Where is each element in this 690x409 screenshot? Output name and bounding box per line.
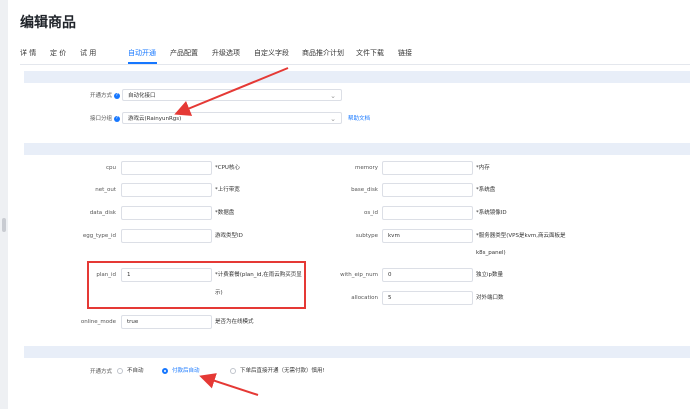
with-eip-num-label: with_eip_num: [340, 272, 378, 278]
subtype-label: subtype: [355, 233, 378, 239]
tab-upgrade-options[interactable]: 升级选项: [212, 48, 240, 58]
tab-bar: 详 情 定 价 试 用 自动开通 产品配置 升级选项 自定义字段 商品推介计划 …: [20, 44, 690, 65]
open-mode-radio-label: 开通方式: [89, 369, 112, 375]
subtype-input[interactable]: kvm: [382, 229, 473, 243]
tab-product-config[interactable]: 产品配置: [170, 48, 198, 58]
tab-details[interactable]: 详 情: [20, 48, 36, 58]
info-icon: ?: [114, 92, 120, 99]
active-tab-indicator: [128, 62, 157, 64]
cpu-label: cpu: [105, 165, 116, 171]
allocation-label: allocation: [351, 295, 378, 301]
data-disk-hint: *数据盘: [215, 210, 235, 216]
subtype-hint: *服务器类型(VPS是kvm,商云面板是: [476, 233, 566, 239]
online-mode-label: online_mode: [80, 319, 116, 325]
radio-dot-selected: [162, 367, 168, 374]
interface-group-select[interactable]: 游戏云(RainyunRgs) ⌄: [122, 112, 342, 124]
section-header-band: [24, 71, 690, 83]
with-eip-num-input[interactable]: 0: [382, 268, 473, 282]
tab-trial[interactable]: 试 用: [80, 48, 96, 58]
radio-no-auto[interactable]: 不自动: [117, 366, 144, 374]
radio-label: 不自动: [127, 368, 144, 374]
radio-dot: [117, 367, 123, 374]
os-id-hint: *系统镜像ID: [476, 210, 507, 216]
interface-group-value: 游戏云(RainyunRgs): [128, 116, 182, 122]
memory-input[interactable]: [382, 161, 473, 175]
page-title: 编辑商品: [20, 15, 76, 31]
base-disk-label: base_disk: [351, 187, 378, 193]
radio-label: 付款后自动: [172, 368, 200, 374]
chevron-down-icon: ⌄: [330, 92, 336, 100]
subtype-hint-cont: k8s_panel): [476, 250, 506, 256]
radio-label: 下单后直接开通（无需付款）慎用!: [240, 368, 325, 374]
open-mode-value: 自动化接口: [128, 93, 156, 99]
cpu-hint: *CPU核心: [215, 165, 240, 171]
open-mode-select[interactable]: 自动化接口 ⌄: [122, 89, 342, 101]
net-out-hint: *上行带宽: [215, 187, 240, 193]
cpu-input[interactable]: [121, 161, 212, 175]
radio-auto-after-payment[interactable]: 付款后自动: [162, 366, 200, 374]
tab-pricing[interactable]: 定 价: [50, 48, 66, 58]
os-id-label: os_id: [364, 210, 378, 216]
base-disk-hint: *系统盘: [476, 187, 496, 193]
net-out-label: net_out: [95, 187, 116, 193]
data-disk-label: data_disk: [89, 210, 116, 216]
collapse-handle[interactable]: [2, 218, 6, 232]
chevron-down-icon: ⌄: [330, 115, 336, 123]
egg-type-id-hint: 游戏类型ID: [215, 233, 243, 239]
egg-type-id-label: egg_type_id: [82, 233, 116, 239]
memory-hint: *内存: [476, 165, 490, 171]
allocation-hint: 对外端口数: [476, 295, 504, 301]
egg-type-id-input[interactable]: [121, 229, 212, 243]
with-eip-num-hint: 独立ip数量: [476, 272, 504, 278]
section-header-band: [24, 346, 690, 358]
tab-custom-fields[interactable]: 自定义字段: [254, 48, 289, 58]
radio-dot: [230, 367, 236, 374]
tab-links[interactable]: 链接: [398, 48, 412, 58]
radio-provision-on-order[interactable]: 下单后直接开通（无需付款）慎用!: [230, 366, 325, 374]
help-docs-link[interactable]: 帮助文档: [348, 114, 370, 122]
net-out-input[interactable]: [121, 183, 212, 197]
tab-file-download[interactable]: 文件下载: [356, 48, 384, 58]
online-mode-hint: 是否为在线模式: [215, 319, 254, 325]
section-header-band: [24, 143, 690, 155]
memory-label: memory: [355, 165, 378, 171]
left-gutter: [0, 0, 8, 409]
data-disk-input[interactable]: [121, 206, 212, 220]
tab-auto-provision[interactable]: 自动开通: [128, 48, 156, 58]
base-disk-input[interactable]: [382, 183, 473, 197]
plan-id-highlight-box: [87, 261, 306, 309]
tab-promotion-plan[interactable]: 商品推介计划: [302, 48, 344, 58]
open-mode-label: 开通方式?: [89, 92, 120, 99]
allocation-input[interactable]: 5: [382, 291, 473, 305]
info-icon: ?: [114, 115, 120, 122]
os-id-input[interactable]: [382, 206, 473, 220]
interface-group-label: 接口分组?: [89, 115, 120, 122]
online-mode-input[interactable]: true: [121, 315, 212, 329]
edit-product-page: 编辑商品 详 情 定 价 试 用 自动开通 产品配置 升级选项 自定义字段 商品…: [8, 0, 690, 409]
